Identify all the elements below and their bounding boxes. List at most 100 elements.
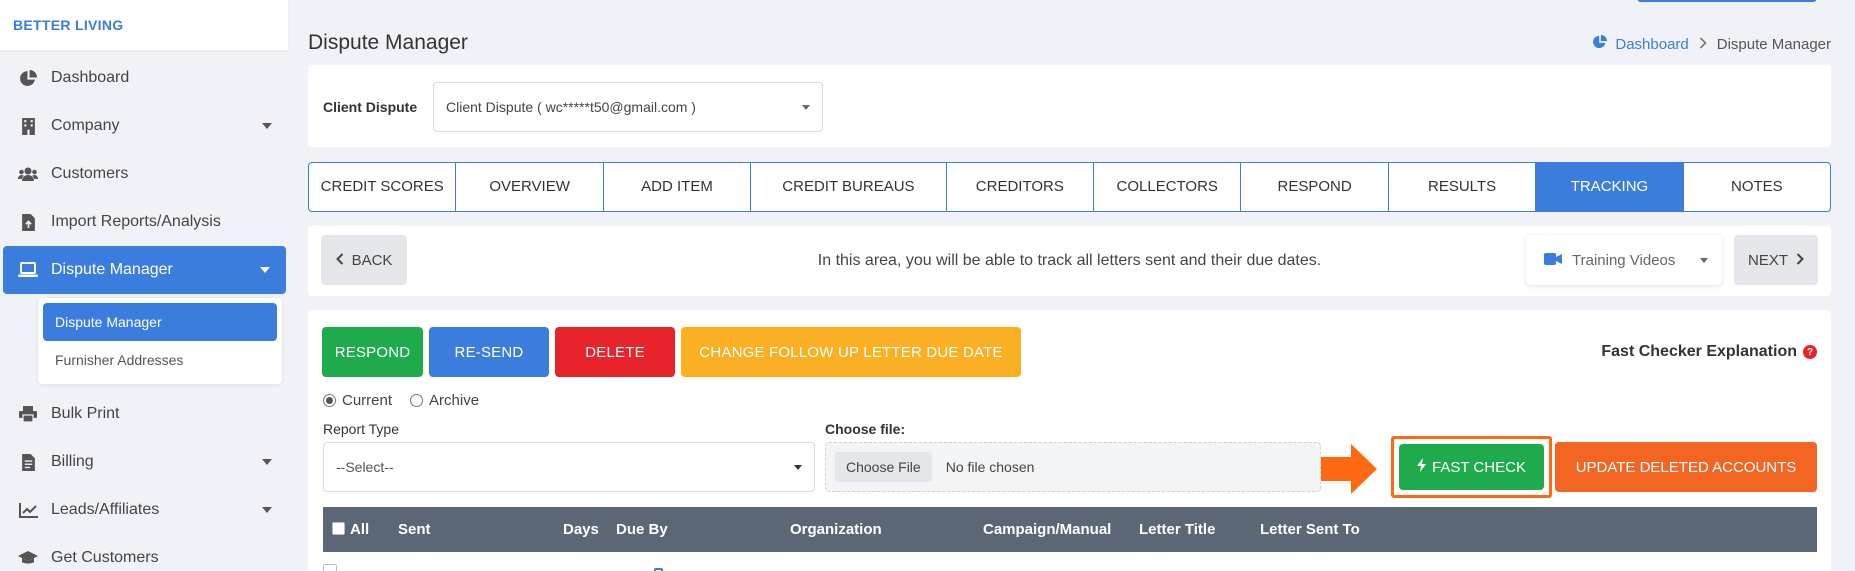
sidebar-item-import-reports[interactable]: Import Reports/Analysis: [0, 198, 288, 246]
checkbox-icon[interactable]: [332, 522, 345, 535]
next-button[interactable]: NEXT: [1734, 235, 1818, 285]
question-circle-icon[interactable]: ?: [1803, 345, 1817, 359]
radio-archive[interactable]: Archive: [410, 392, 479, 409]
sidebar-item-leads-affiliates[interactable]: Leads/Affiliates: [0, 486, 288, 534]
choose-file-label: Choose file:: [825, 421, 906, 437]
chevron-right-icon: [1699, 36, 1707, 53]
sidebar-item-customers[interactable]: Customers: [0, 150, 288, 198]
sidebar-item-get-customers[interactable]: Get Customers: [0, 534, 288, 571]
breadcrumb: Dashboard Dispute Manager: [1593, 35, 1831, 53]
tab-collectors[interactable]: COLLECTORS: [1094, 163, 1242, 211]
training-videos-label: Training Videos: [1572, 251, 1676, 269]
pie-chart-icon: [1593, 35, 1608, 53]
chevron-down-icon: [794, 465, 802, 470]
sidebar-item-label: Dispute Manager: [51, 261, 173, 278]
column-letter-sent-to[interactable]: Letter Sent To: [1260, 521, 1360, 538]
radio-circle-icon: [410, 394, 424, 407]
sidebar-item-label: Import Reports/Analysis: [51, 213, 221, 230]
next-button-label: NEXT: [1747, 251, 1788, 269]
sidebar: BETTER LIVING Dashboard Company Customer…: [0, 0, 288, 571]
fast-checker-explanation[interactable]: Fast Checker Explanation ?: [1601, 343, 1817, 361]
change-due-date-button[interactable]: CHANGE FOLLOW UP LETTER DUE DATE: [681, 327, 1021, 377]
status-radio-group: Current Archive: [323, 392, 479, 409]
sidebar-item-bulk-print[interactable]: Bulk Print: [0, 390, 288, 438]
tab-respond[interactable]: RESPOND: [1241, 163, 1389, 211]
tab-credit-bureaus[interactable]: CREDIT BUREAUS: [751, 163, 947, 211]
page-title: Dispute Manager: [308, 31, 468, 54]
training-videos-dropdown[interactable]: Training Videos: [1526, 235, 1722, 285]
tab-overview[interactable]: OVERVIEW: [456, 163, 604, 211]
column-days[interactable]: Days: [563, 521, 599, 538]
users-icon: [17, 163, 39, 185]
building-icon: [17, 115, 39, 137]
print-icon: [17, 403, 39, 425]
tab-creditors[interactable]: CREDITORS: [947, 163, 1095, 211]
chevron-down-icon: [262, 507, 272, 513]
client-dispute-card: Client Dispute Client Dispute ( wc*****t…: [308, 65, 1831, 147]
sidebar-item-label: Leads/Affiliates: [51, 501, 160, 518]
letters-table-header: All Sent Days Due By Organization Campai…: [323, 507, 1817, 552]
header-action-button[interactable]: [1637, 0, 1817, 2]
report-type-select[interactable]: --Select--: [323, 442, 815, 492]
tab-add-item[interactable]: ADD ITEM: [604, 163, 752, 211]
column-all: All: [350, 521, 370, 538]
pie-chart-icon: [17, 67, 39, 89]
choose-file-button[interactable]: Choose File: [835, 452, 932, 482]
file-upload-field[interactable]: Choose File No file chosen: [825, 442, 1321, 492]
client-dispute-select[interactable]: Client Dispute ( wc*****t50@gmail.com ): [433, 82, 823, 132]
respond-button[interactable]: RESPOND: [322, 327, 423, 377]
breadcrumb-home-label: Dashboard: [1615, 35, 1689, 53]
dispute-tabs: CREDIT SCORES OVERVIEW ADD ITEM CREDIT B…: [308, 162, 1831, 212]
sidebar-item-label: Customers: [51, 165, 129, 182]
chevron-down-icon: [262, 459, 272, 465]
sidebar-item-dispute-manager[interactable]: Dispute Manager: [3, 246, 286, 294]
sidebar-item-billing[interactable]: Billing: [0, 438, 288, 486]
column-due-by[interactable]: Due By: [616, 521, 668, 538]
row-checkbox[interactable]: [323, 564, 337, 571]
client-dispute-label: Client Dispute: [323, 99, 418, 115]
submenu-item-dispute-manager[interactable]: Dispute Manager: [43, 303, 277, 341]
sidebar-item-label: Billing: [51, 453, 94, 470]
graduation-cap-icon: [17, 547, 39, 569]
sidebar-item-label: Dashboard: [51, 69, 130, 86]
resend-button[interactable]: RE-SEND: [429, 327, 549, 377]
radio-archive-label: Archive: [429, 392, 480, 409]
column-organization[interactable]: Organization: [790, 521, 882, 538]
tracking-work-card: RESPOND RE-SEND DELETE CHANGE FOLLOW UP …: [308, 310, 1831, 571]
column-campaign-manual[interactable]: Campaign/Manual: [983, 521, 1111, 538]
chevron-down-icon: [262, 123, 272, 129]
radio-circle-icon: [323, 394, 336, 407]
no-file-text: No file chosen: [945, 459, 1035, 475]
sidebar-item-label: Bulk Print: [51, 405, 120, 422]
radio-current-label: Current: [342, 392, 393, 409]
breadcrumb-home-link[interactable]: Dashboard: [1593, 35, 1689, 53]
report-type-value: --Select--: [336, 459, 394, 475]
sidebar-item-label: Company: [51, 117, 120, 134]
sidebar-item-dashboard[interactable]: Dashboard: [0, 54, 288, 102]
fast-check-button[interactable]: FAST CHECK: [1399, 444, 1544, 490]
sidebar-nav: Dashboard Company Customers Import Repor…: [0, 54, 288, 571]
video-camera-icon: [1544, 252, 1562, 269]
tracking-info-bar: BACK In this area, you will be able to t…: [308, 226, 1831, 296]
radio-current[interactable]: Current: [323, 392, 392, 409]
delete-button[interactable]: DELETE: [555, 327, 675, 377]
brand-logo[interactable]: BETTER LIVING: [0, 0, 288, 50]
tab-credit-scores[interactable]: CREDIT SCORES: [309, 163, 457, 211]
dispute-submenu: Dispute Manager Furnisher Addresses: [38, 298, 282, 384]
submenu-item-furnisher-addresses[interactable]: Furnisher Addresses: [43, 341, 277, 379]
select-all-header[interactable]: All: [332, 521, 369, 538]
laptop-icon: [17, 259, 39, 281]
chevron-down-icon: [1700, 258, 1708, 263]
chevron-down-icon: [802, 105, 810, 110]
sidebar-item-company[interactable]: Company: [0, 102, 288, 150]
column-letter-title[interactable]: Letter Title: [1139, 521, 1215, 538]
tab-results[interactable]: RESULTS: [1389, 163, 1537, 211]
fast-checker-explanation-label: Fast Checker Explanation: [1601, 343, 1797, 360]
report-type-label: Report Type: [323, 421, 400, 437]
invoice-icon: [17, 451, 39, 473]
client-dispute-value: Client Dispute ( wc*****t50@gmail.com ): [446, 99, 696, 115]
tab-notes[interactable]: NOTES: [1684, 163, 1830, 211]
update-deleted-accounts-button[interactable]: UPDATE DELETED ACCOUNTS: [1555, 442, 1817, 492]
column-sent[interactable]: Sent: [398, 521, 431, 538]
tab-tracking[interactable]: TRACKING: [1536, 163, 1684, 211]
